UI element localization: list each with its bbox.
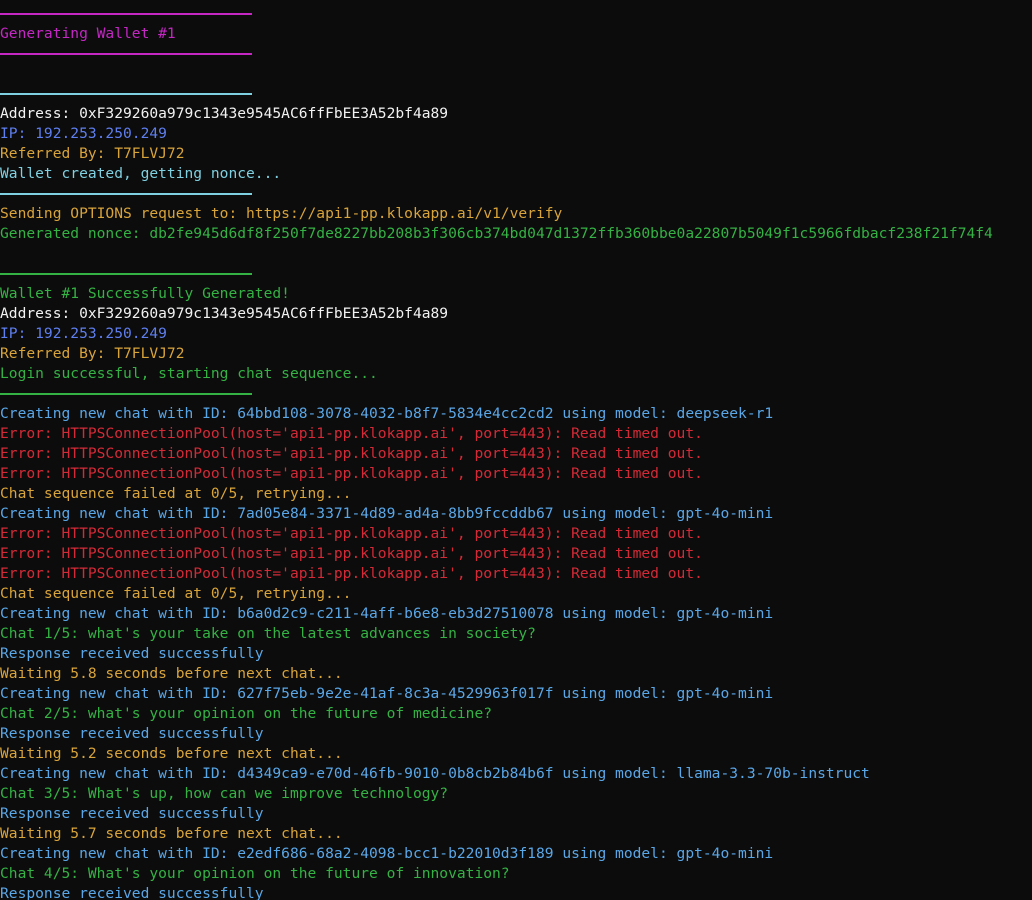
log-line: Chat sequence failed at 0/5, retrying... xyxy=(0,485,352,502)
log-line: Response received successfully xyxy=(0,645,264,662)
log-line: Generating Wallet #1 xyxy=(0,25,176,42)
separator-row xyxy=(0,264,1032,284)
log-line: Error: HTTPSConnectionPool(host='api1-pp… xyxy=(0,565,703,582)
separator-row xyxy=(0,84,1032,104)
log-line: Generated nonce: db2fe945d6df8f250f7de82… xyxy=(0,225,993,242)
log-line: Chat 1/5: what's your take on the latest… xyxy=(0,625,536,642)
separator-line xyxy=(0,193,252,195)
log-line: Chat 4/5: What's your opinion on the fut… xyxy=(0,865,510,882)
log-line: Creating new chat with ID: 64bbd108-3078… xyxy=(0,405,774,422)
log-line: Creating new chat with ID: 7ad05e84-3371… xyxy=(0,505,774,522)
log-line: Chat sequence failed at 0/5, retrying... xyxy=(0,585,352,602)
log-line: Waiting 5.7 seconds before next chat... xyxy=(0,825,343,842)
separator-line xyxy=(0,53,252,55)
log-line: Login successful, starting chat sequence… xyxy=(0,365,378,382)
log-line: Error: HTTPSConnectionPool(host='api1-pp… xyxy=(0,545,703,562)
separator-line xyxy=(0,13,252,15)
separator-line xyxy=(0,93,252,95)
log-line: Referred By: T7FLVJ72 xyxy=(0,145,185,162)
log-line: Sending OPTIONS request to: https://api1… xyxy=(0,205,563,222)
log-line: Creating new chat with ID: d4349ca9-e70d… xyxy=(0,765,870,782)
log-line: Error: HTTPSConnectionPool(host='api1-pp… xyxy=(0,445,703,462)
log-line: Error: HTTPSConnectionPool(host='api1-pp… xyxy=(0,425,703,442)
log-line: Response received successfully xyxy=(0,885,264,900)
log-line: Chat 2/5: what's your opinion on the fut… xyxy=(0,705,493,722)
separator-row xyxy=(0,184,1032,204)
log-line: Address: 0xF329260a979c1343e9545AC6ffFbE… xyxy=(0,305,449,322)
separator-line xyxy=(0,273,252,275)
log-line: Creating new chat with ID: 627f75eb-9e2e… xyxy=(0,685,774,702)
log-line: Creating new chat with ID: b6a0d2c9-c211… xyxy=(0,605,774,622)
separator-row xyxy=(0,384,1032,404)
separator-line xyxy=(0,393,252,395)
separator-row xyxy=(0,4,1032,24)
log-line: Response received successfully xyxy=(0,805,264,822)
log-line: Address: 0xF329260a979c1343e9545AC6ffFbE… xyxy=(0,105,449,122)
log-line: Referred By: T7FLVJ72 xyxy=(0,345,185,362)
log-line: IP: 192.253.250.249 xyxy=(0,125,167,142)
log-line: Waiting 5.8 seconds before next chat... xyxy=(0,665,343,682)
log-line: Error: HTTPSConnectionPool(host='api1-pp… xyxy=(0,465,703,482)
terminal-window[interactable]: Generating Wallet #1 Address: 0xF329260a9… xyxy=(0,0,1032,900)
log-line: Chat 3/5: What's up, how can we improve … xyxy=(0,785,449,802)
log-line: Wallet #1 Successfully Generated! xyxy=(0,285,290,302)
log-line: Creating new chat with ID: e2edf686-68a2… xyxy=(0,845,774,862)
log-line: Wallet created, getting nonce... xyxy=(0,165,282,182)
log-line: Error: HTTPSConnectionPool(host='api1-pp… xyxy=(0,525,703,542)
log-line: IP: 192.253.250.249 xyxy=(0,325,167,342)
log-line: Response received successfully xyxy=(0,725,264,742)
separator-row xyxy=(0,44,1032,64)
log-line: Waiting 5.2 seconds before next chat... xyxy=(0,745,343,762)
